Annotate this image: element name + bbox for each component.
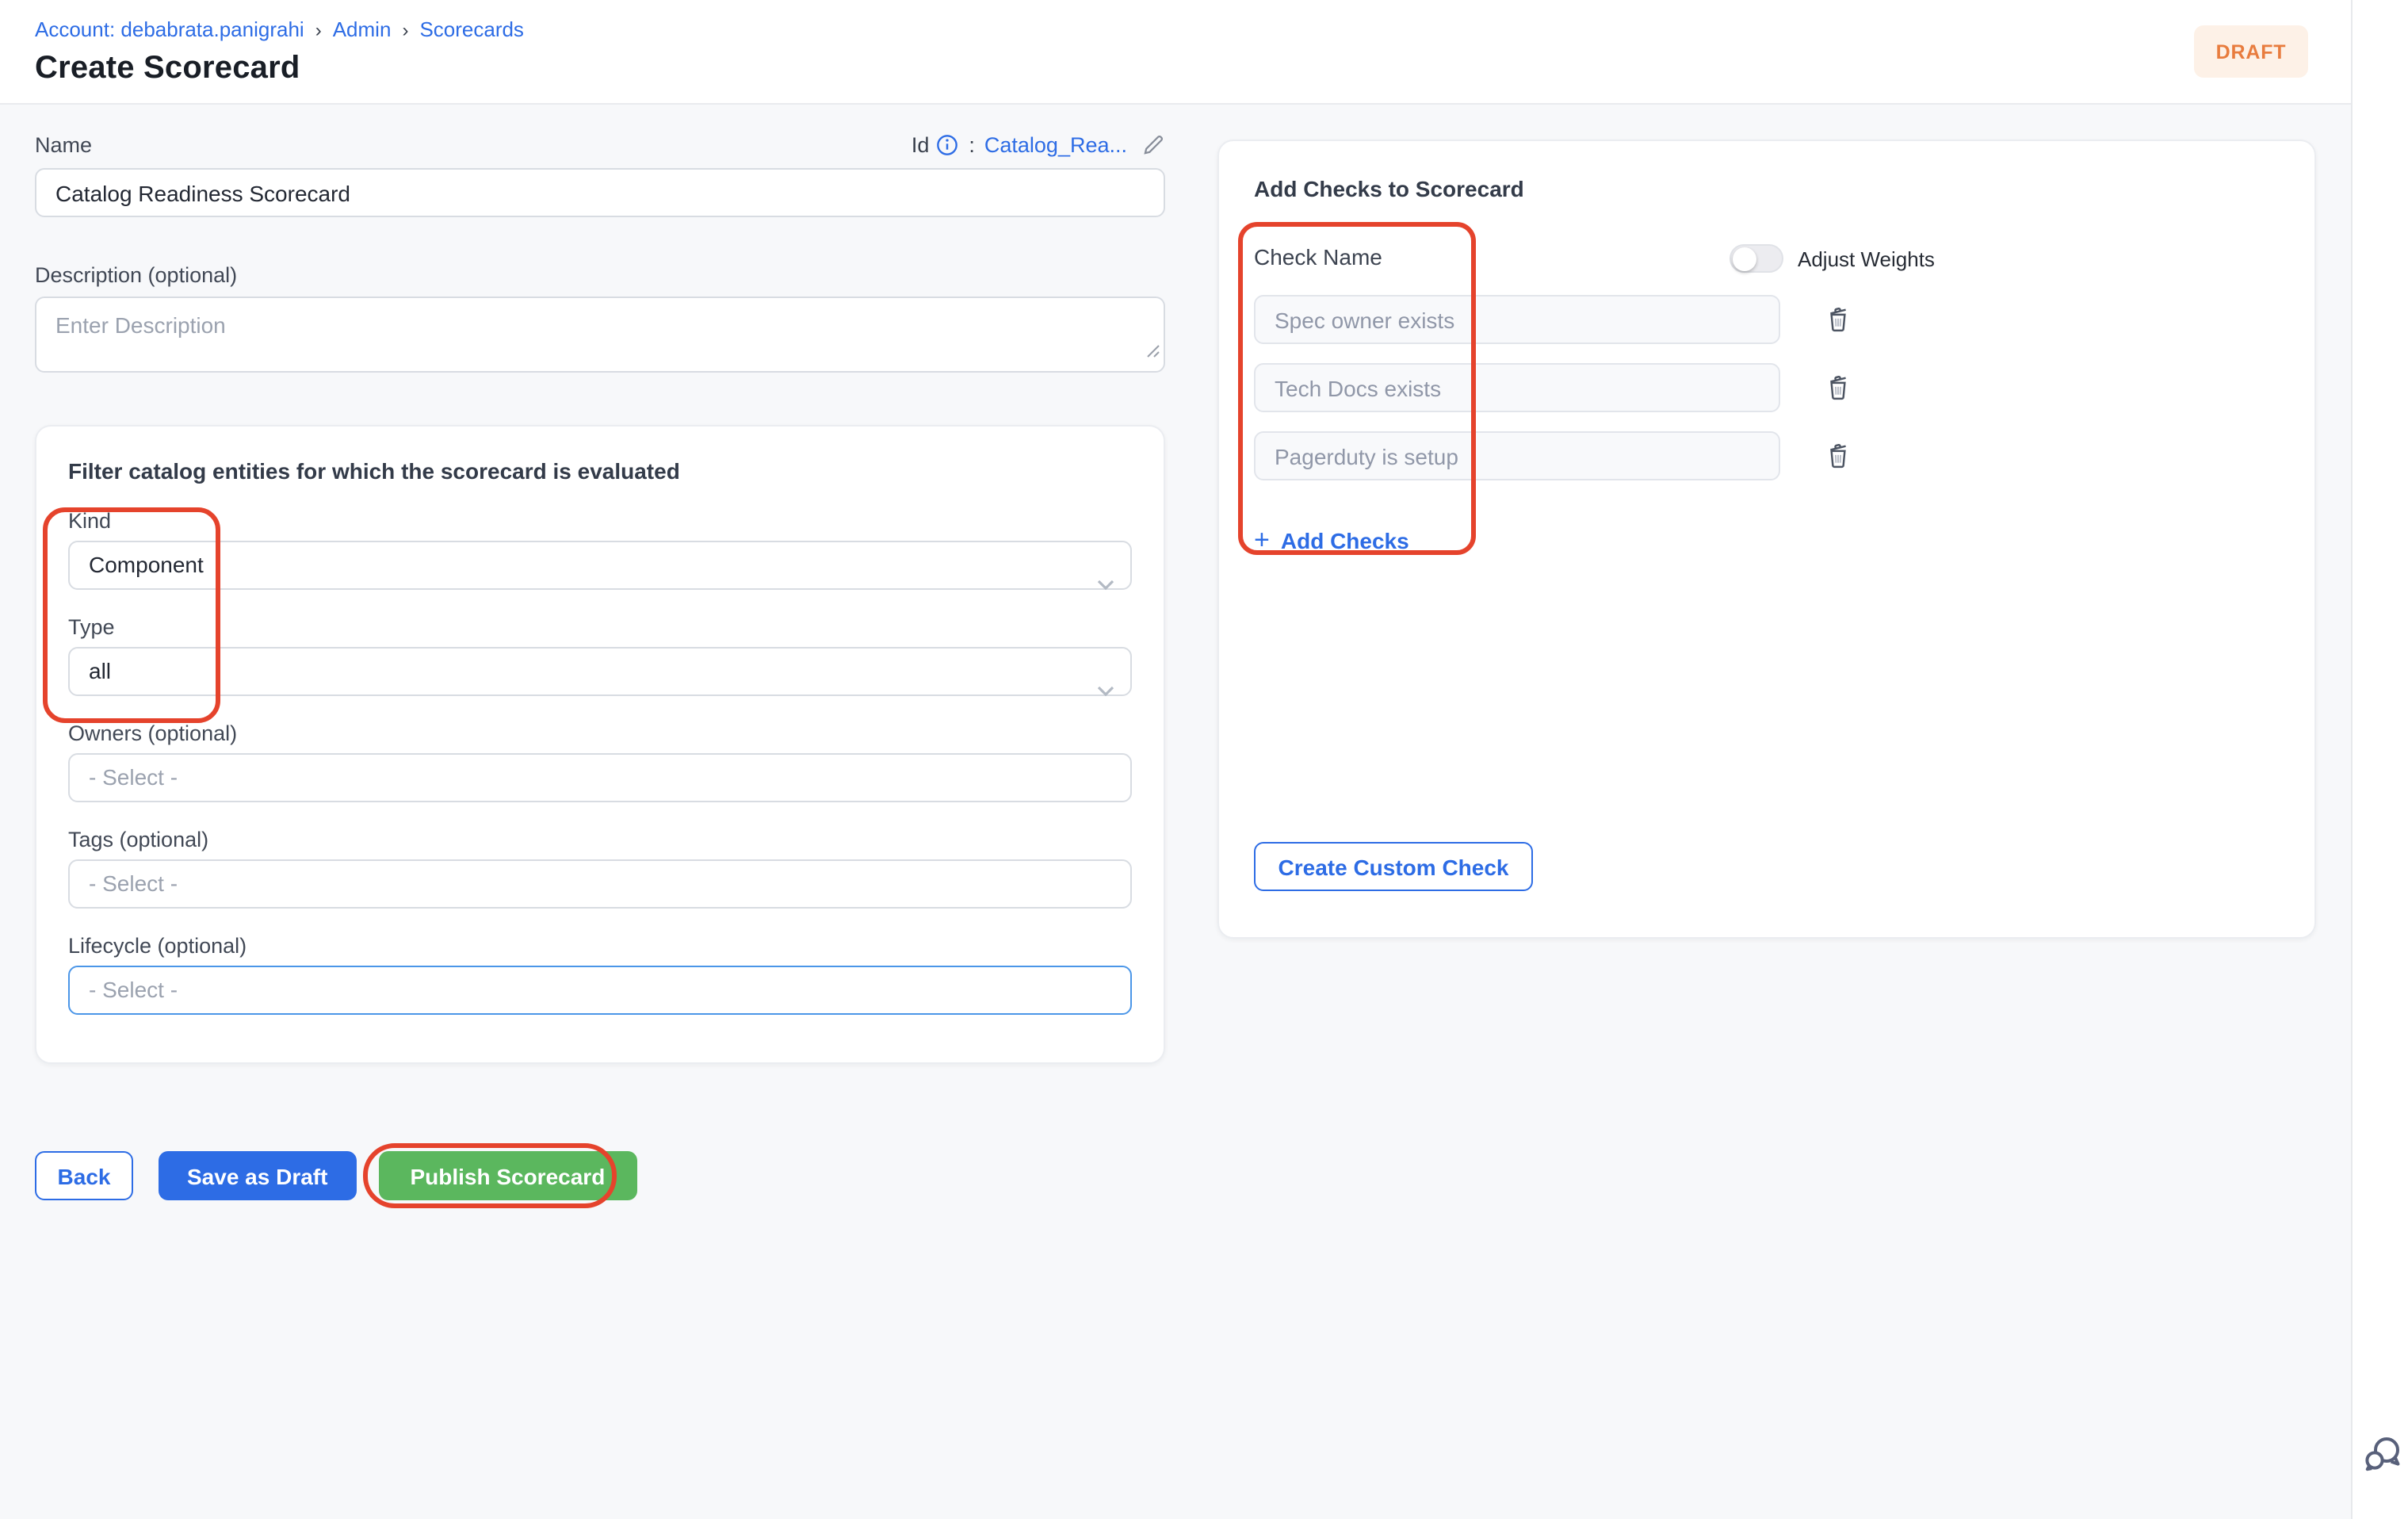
edit-pencil-icon[interactable]: [1141, 133, 1165, 157]
chat-widget-button[interactable]: [2360, 1432, 2405, 1476]
app-root: Account: debabrata.panigrahi › Admin › S…: [0, 0, 2408, 1519]
type-value: all: [89, 658, 111, 683]
delete-check-button[interactable]: [1821, 304, 1853, 335]
scorecard-id-link[interactable]: Catalog_Rea...: [984, 133, 1127, 157]
toggle-knob: [1733, 247, 1756, 270]
chat-bubbles-icon: [2360, 1432, 2405, 1476]
plus-icon: +: [1254, 530, 1270, 552]
breadcrumb-separator: ›: [315, 18, 322, 40]
check-name-input[interactable]: [1254, 295, 1780, 344]
kind-field: Kind Component: [68, 509, 1132, 590]
check-row: [1254, 295, 2280, 344]
check-row: [1254, 431, 2280, 480]
adjust-weights-control: Adjust Weights: [1730, 244, 1935, 273]
tags-field: Tags (optional) - Select -: [68, 828, 1132, 909]
trash-icon: [1822, 441, 1852, 471]
page-title: Create Scorecard: [35, 51, 300, 87]
kind-select[interactable]: Component: [68, 541, 1132, 590]
form-actions: Back Save as Draft Publish Scorecard: [35, 1151, 636, 1200]
lifecycle-placeholder: - Select -: [89, 977, 178, 1002]
right-gutter: [2351, 0, 2408, 1519]
type-label: Type: [68, 615, 1132, 639]
adjust-weights-label: Adjust Weights: [1798, 247, 1935, 270]
resize-handle-icon[interactable]: [1145, 338, 1160, 366]
lifecycle-select[interactable]: - Select -: [68, 966, 1132, 1015]
name-label: Name: [35, 133, 92, 157]
breadcrumb-admin-link[interactable]: Admin: [333, 17, 392, 41]
type-field: Type all: [68, 615, 1132, 696]
entity-filter-card: Filter catalog entities for which the sc…: [35, 425, 1165, 1064]
info-circle-icon[interactable]: [935, 133, 959, 157]
tags-label: Tags (optional): [68, 828, 1132, 851]
scorecard-id-row: Id : Catalog_Rea...: [912, 133, 1165, 157]
checks-list: [1254, 295, 2280, 480]
breadcrumb-account-link[interactable]: Account: debabrata.panigrahi: [35, 17, 304, 41]
adjust-weights-toggle[interactable]: [1730, 244, 1783, 273]
check-row: [1254, 363, 2280, 412]
check-name-input[interactable]: [1254, 431, 1780, 480]
owners-label: Owners (optional): [68, 721, 1132, 745]
add-checks-title: Add Checks to Scorecard: [1254, 176, 2280, 201]
lifecycle-label: Lifecycle (optional): [68, 934, 1132, 958]
delete-check-button[interactable]: [1821, 440, 1853, 472]
filter-section-title: Filter catalog entities for which the sc…: [68, 458, 1132, 484]
breadcrumb-scorecards-link[interactable]: Scorecards: [419, 17, 524, 41]
breadcrumb-separator: ›: [402, 18, 408, 40]
status-badge: DRAFT: [2194, 25, 2308, 78]
id-label: Id: [912, 133, 930, 157]
name-input[interactable]: [35, 168, 1165, 217]
publish-scorecard-button[interactable]: Publish Scorecard: [378, 1151, 636, 1200]
page-header: Account: debabrata.panigrahi › Admin › S…: [0, 0, 2408, 105]
create-custom-check-button[interactable]: Create Custom Check: [1254, 842, 1533, 891]
add-checks-link[interactable]: + Add Checks: [1254, 528, 1409, 553]
description-label: Description (optional): [35, 263, 1165, 287]
check-name-column-header: Check Name: [1254, 244, 1382, 270]
tags-select[interactable]: - Select -: [68, 859, 1132, 909]
description-input[interactable]: [35, 297, 1165, 373]
trash-icon: [1822, 373, 1852, 403]
owners-select[interactable]: - Select -: [68, 753, 1132, 802]
chevron-down-icon: [1097, 668, 1114, 714]
id-colon: :: [969, 133, 975, 157]
owners-field: Owners (optional) - Select -: [68, 721, 1132, 802]
trash-icon: [1822, 304, 1852, 335]
scorecard-form: Name Id : Catalog_Rea... Description (op…: [35, 133, 1165, 1064]
add-checks-label: Add Checks: [1281, 528, 1409, 553]
lifecycle-field: Lifecycle (optional) - Select -: [68, 934, 1132, 1015]
kind-label: Kind: [68, 509, 1132, 533]
tags-placeholder: - Select -: [89, 870, 178, 896]
kind-value: Component: [89, 552, 204, 577]
back-button[interactable]: Back: [35, 1151, 133, 1200]
add-checks-panel: Add Checks to Scorecard Check Name Adjus…: [1217, 140, 2316, 939]
check-name-input[interactable]: [1254, 363, 1780, 412]
breadcrumb: Account: debabrata.panigrahi › Admin › S…: [35, 17, 524, 41]
owners-placeholder: - Select -: [89, 764, 178, 790]
type-select[interactable]: all: [68, 647, 1132, 696]
save-as-draft-button[interactable]: Save as Draft: [159, 1151, 356, 1200]
chevron-down-icon: [1097, 561, 1114, 607]
delete-check-button[interactable]: [1821, 372, 1853, 404]
